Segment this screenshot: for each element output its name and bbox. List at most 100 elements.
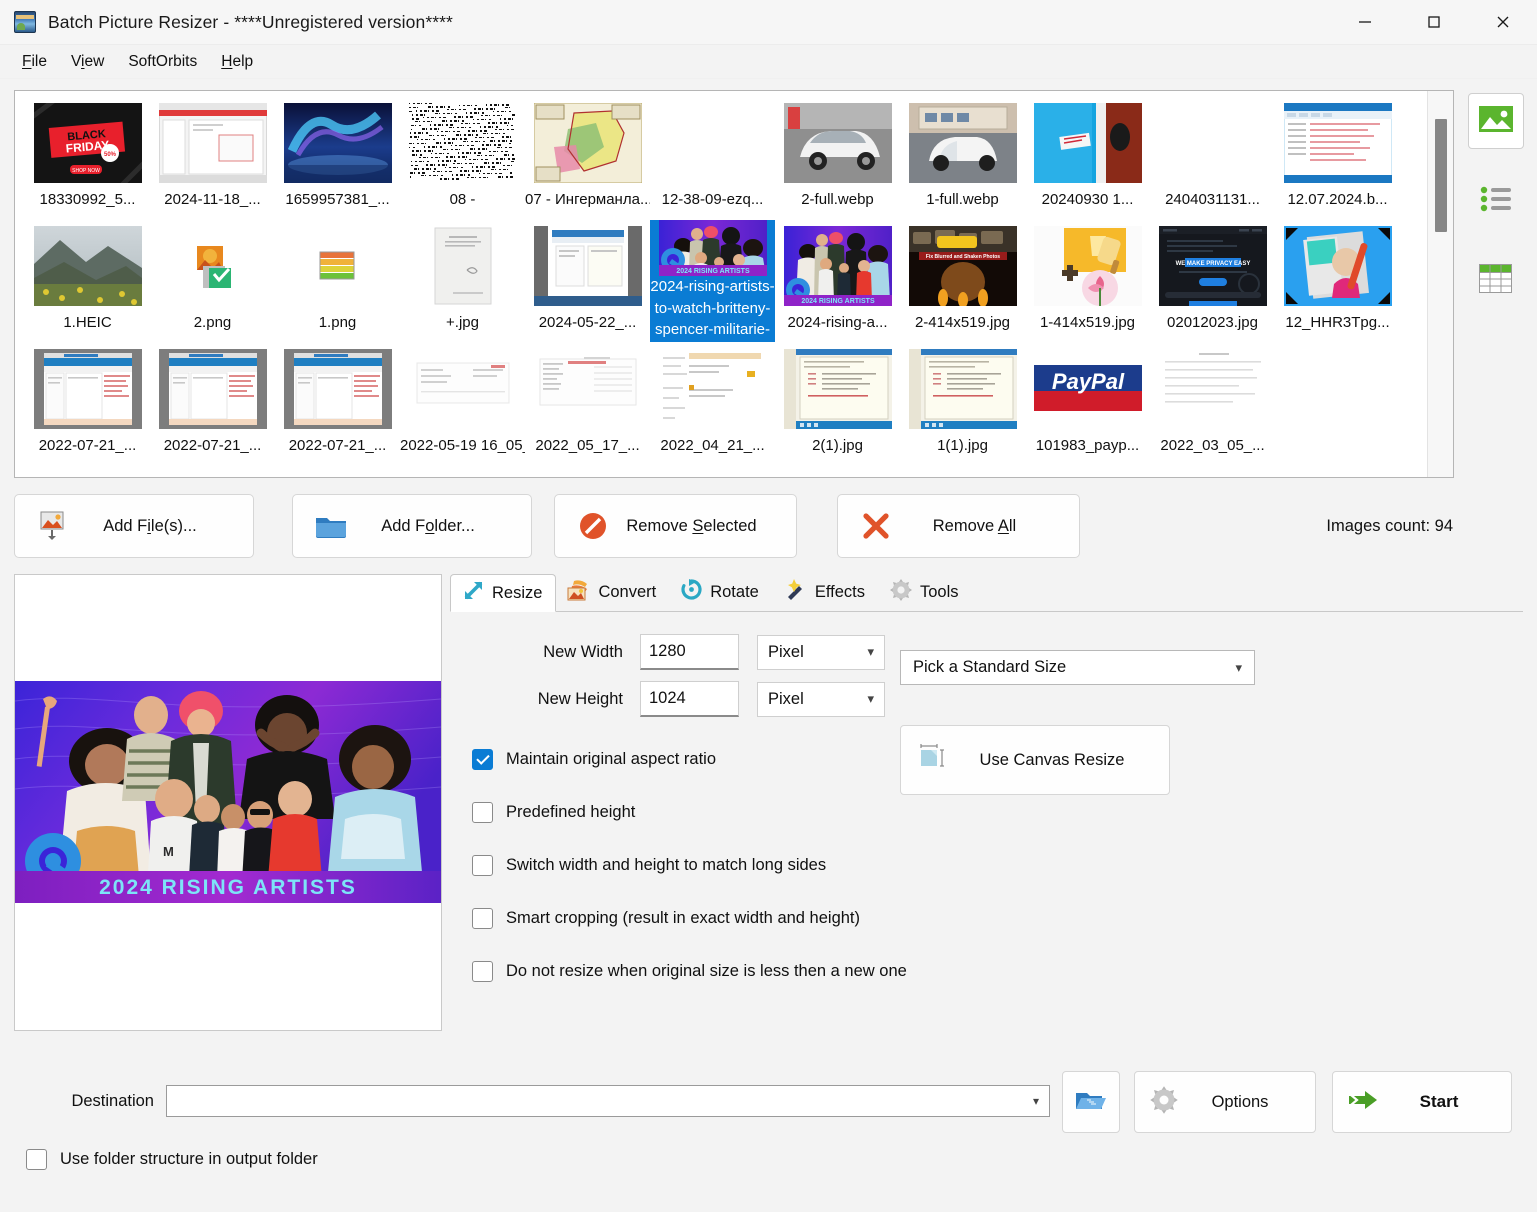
thumbnail-item[interactable]: 2.png [150, 220, 275, 342]
resize-option-row[interactable]: Switch width and height to match long si… [472, 839, 1523, 892]
thumbnail-item[interactable]: 08 - [400, 97, 525, 219]
resize-option-row[interactable]: Do not resize when original size is less… [472, 945, 1523, 998]
remove-all-label: Remove All [896, 517, 1061, 536]
thumbnail-caption: 2022-07-21_... [289, 435, 387, 457]
folder-icon [311, 513, 351, 539]
chevron-down-icon: ▾ [867, 644, 874, 660]
thumbnail-item[interactable]: 2022-07-21_... [25, 343, 150, 465]
use-canvas-resize-label: Use Canvas Resize [951, 751, 1153, 770]
thumbnail-item[interactable]: 2022-07-21_... [275, 343, 400, 465]
resize-option-checkbox[interactable] [472, 908, 493, 929]
list-view-button[interactable] [1468, 173, 1524, 229]
thumbnail-caption: 2022_03_05_... [1160, 435, 1264, 457]
thumbnail-item[interactable]: 2(1).jpg [775, 343, 900, 465]
tab-convert-label: Convert [598, 583, 656, 602]
thumbnail-image [901, 343, 1024, 435]
menu-view[interactable]: View [59, 49, 116, 75]
browse-destination-button[interactable] [1062, 1071, 1120, 1133]
close-button[interactable] [1468, 0, 1537, 45]
destination-input[interactable]: ▾ [166, 1085, 1050, 1117]
start-button[interactable]: Start [1332, 1071, 1512, 1133]
thumbnail-item[interactable]: 2024-05-22_... [525, 220, 650, 342]
remove-all-button[interactable]: Remove All [837, 494, 1080, 558]
maximize-button[interactable] [1399, 0, 1468, 45]
options-button[interactable]: Options [1134, 1071, 1316, 1133]
menu-bar: File View SoftOrbits Help [0, 45, 1537, 79]
thumbnail-item[interactable]: 12-38-09-ezq... [650, 97, 775, 219]
svg-text:SHOP NOW: SHOP NOW [72, 168, 100, 174]
thumbnail-item[interactable]: 2-full.webp [775, 97, 900, 219]
minimize-button[interactable] [1330, 0, 1399, 45]
table-icon [1479, 264, 1512, 298]
tab-effects[interactable]: Effects [772, 573, 878, 611]
thumbnail-item[interactable]: +.jpg [400, 220, 525, 342]
use-folder-structure-checkbox[interactable] [26, 1149, 47, 1170]
thumbnail-item[interactable]: 20240930 1... [1025, 97, 1150, 219]
thumbnail-caption: 07 - Ингерманла... [525, 189, 650, 211]
thumbnail-view-button[interactable] [1468, 93, 1524, 149]
use-canvas-resize-button[interactable]: Use Canvas Resize [900, 725, 1170, 795]
image-preview-panel[interactable]: M [14, 574, 442, 1031]
thumbnail-item[interactable]: 1-full.webp [900, 97, 1025, 219]
new-width-unit-select[interactable]: Pixel ▾ [757, 635, 885, 670]
add-folder-button[interactable]: Add Folder... [292, 494, 532, 558]
thumbnail-item[interactable]: 1.png [275, 220, 400, 342]
svg-text:50%: 50% [103, 152, 116, 158]
resize-option-checkbox[interactable] [472, 749, 493, 770]
remove-selected-button[interactable]: Remove Selected [554, 494, 797, 558]
svg-text:PayPal: PayPal [1051, 369, 1124, 394]
thumbnail-image [651, 343, 774, 435]
details-view-button[interactable] [1468, 253, 1524, 309]
thumbnail-item[interactable]: 2022-07-21_... [150, 343, 275, 465]
menu-help[interactable]: Help [209, 49, 265, 75]
thumbnail-caption: 12.07.2024.b... [1287, 189, 1387, 211]
new-width-input[interactable] [640, 634, 739, 670]
thumbnail-item[interactable]: 2022_05_17_... [525, 343, 650, 465]
thumbnail-caption: +.jpg [446, 312, 479, 334]
thumbnail-item[interactable]: WE MAKE PRIVACY EASY 02012023.jpg [1150, 220, 1275, 342]
thumbnail-item[interactable]: 12_HHR3Tpg... [1275, 220, 1400, 342]
thumbnail-item[interactable]: 2024 RISING ARTISTS2024-rising-a... [775, 220, 900, 342]
svg-text:Fix Blurred and Shaken Photos: Fix Blurred and Shaken Photos [925, 254, 999, 260]
title-bar: Batch Picture Resizer - ****Unregistered… [0, 0, 1537, 45]
thumbnail-item-selected[interactable]: 2024 RISING ARTISTS2024-rising-artists-t… [650, 220, 775, 342]
resize-option-checkbox[interactable] [472, 855, 493, 876]
thumbnail-item[interactable]: 1-414x519.jpg [1025, 220, 1150, 342]
thumbnail-image: WE MAKE PRIVACY EASY [1151, 220, 1274, 312]
thumbnail-list[interactable]: BLACK FRIDAY 50% SHOP NOW18330992_5... 2… [14, 90, 1454, 478]
thumbnail-scrollbar[interactable] [1427, 91, 1453, 477]
add-files-button[interactable]: Add File(s)... [14, 494, 254, 558]
resize-option-row[interactable]: Smart cropping (result in exact width an… [472, 892, 1523, 945]
thumbnail-item[interactable]: 2022-05-19 16_05_59 [400, 343, 525, 465]
resize-option-checkbox[interactable] [472, 961, 493, 982]
thumbnail-image: BLACK FRIDAY 50% SHOP NOW [26, 97, 149, 189]
thumbnail-item[interactable]: BLACK FRIDAY 50% SHOP NOW18330992_5... [25, 97, 150, 219]
menu-softorbits[interactable]: SoftOrbits [116, 49, 209, 75]
thumbnail-item[interactable]: Fix Blurred and Shaken Photos 2-414x519.… [900, 220, 1025, 342]
new-height-unit-select[interactable]: Pixel ▾ [757, 682, 885, 717]
thumbnail-item[interactable]: PayPal101983_payp... [1025, 343, 1150, 465]
new-height-input[interactable] [640, 681, 739, 717]
resize-option-checkbox[interactable] [472, 802, 493, 823]
thumbnail-item[interactable]: 1659957381_... [275, 97, 400, 219]
tab-convert[interactable]: Convert [556, 573, 669, 611]
thumbnail-image [151, 97, 274, 189]
thumbnail-item[interactable]: 1(1).jpg [900, 343, 1025, 465]
tab-tools[interactable]: Tools [878, 573, 972, 611]
thumbnail-item[interactable]: 2022_04_21_... [650, 343, 775, 465]
main-content: BLACK FRIDAY 50% SHOP NOW18330992_5... 2… [0, 79, 1537, 1212]
tab-rotate[interactable]: Rotate [669, 573, 772, 611]
tab-resize[interactable]: Resize [450, 574, 556, 612]
standard-size-select[interactable]: Pick a Standard Size ▾ [900, 650, 1255, 685]
thumbnail-item[interactable]: 2022_03_05_... [1150, 343, 1275, 465]
menu-file[interactable]: File [10, 49, 59, 75]
thumbnail-caption: 2024-rising-artists-to-watch-britteny-sp… [650, 276, 775, 342]
scrollbar-thumb[interactable] [1435, 119, 1447, 232]
thumbnail-item[interactable]: 2024-11-18_... [150, 97, 275, 219]
svg-text:2024 RISING ARTISTS: 2024 RISING ARTISTS [99, 876, 357, 899]
thumbnail-item[interactable]: 1.HEIC [25, 220, 150, 342]
thumbnail-item[interactable]: 2404031131... [1150, 97, 1275, 219]
thumbnail-item[interactable]: 07 - Ингерманла... [525, 97, 650, 219]
use-folder-structure-row[interactable]: Use folder structure in output folder [26, 1149, 318, 1170]
thumbnail-item[interactable]: 12.07.2024.b... [1275, 97, 1400, 219]
